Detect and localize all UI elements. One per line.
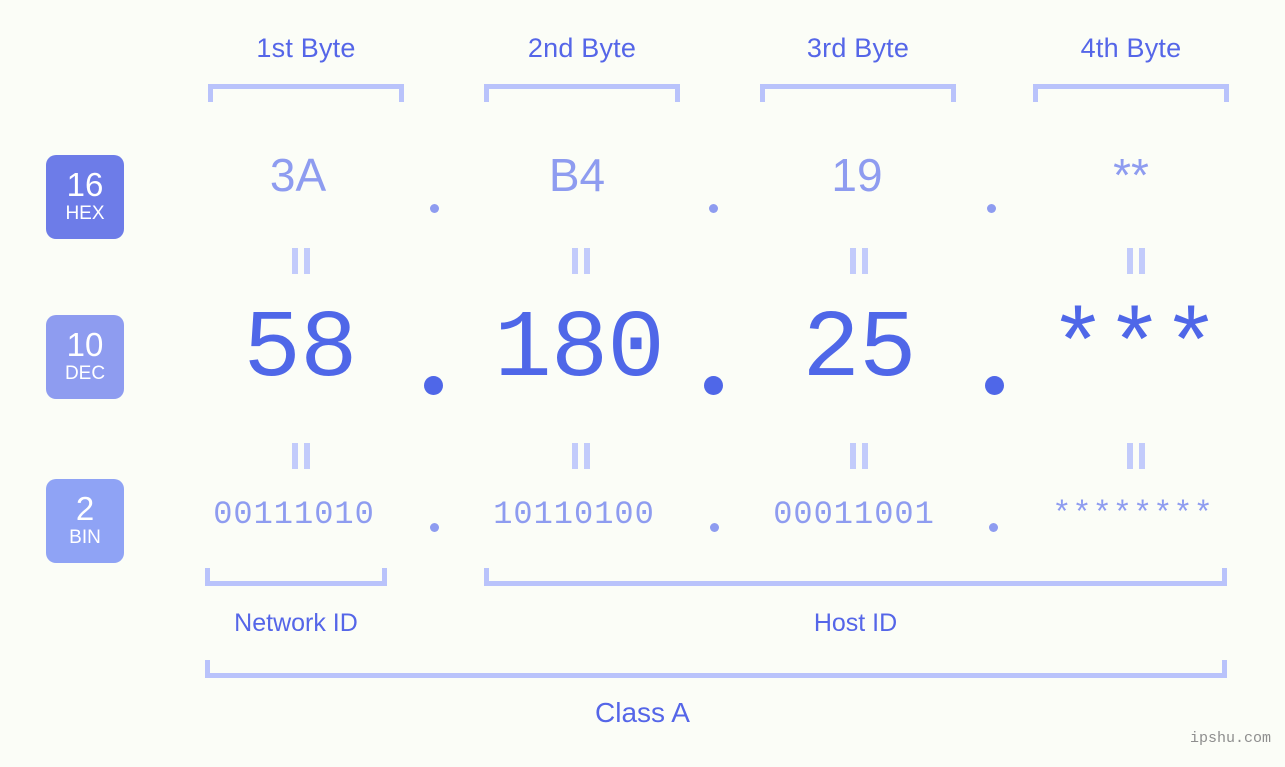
bin-octet-1: 00111010: [213, 496, 375, 533]
bin-value-row: 00111010 10110100 00011001 ********: [0, 496, 1285, 550]
equals-mark-hex-dec-2: [568, 248, 594, 274]
byte-header-2: 2nd Byte: [527, 33, 637, 63]
byte-bracket-2: [484, 84, 680, 102]
bin-octet-4: ********: [1052, 496, 1214, 533]
class-bracket: [205, 660, 1227, 678]
equals-mark-hex-dec-4: [1123, 248, 1149, 274]
hex-octet-3: 19: [831, 149, 883, 201]
byte-bracket-1: [208, 84, 404, 102]
byte-header-1: 1st Byte: [256, 33, 356, 63]
hex-octet-2: B4: [548, 149, 606, 201]
bin-octet-3: 00011001: [773, 496, 935, 533]
hex-octet-1: 3A: [269, 149, 327, 201]
bin-separator-dot-1: [430, 523, 439, 532]
bin-octet-2: 10110100: [493, 496, 655, 533]
dec-separator-dot-2: [704, 376, 723, 395]
hex-value-row: 3A B4 19 **: [0, 150, 1285, 230]
dec-separator-dot-3: [985, 376, 1004, 395]
dec-octet-2: 180: [494, 295, 665, 404]
hex-octet-4: **: [1113, 149, 1149, 201]
equals-mark-dec-bin-3: [846, 443, 872, 469]
bin-separator-dot-2: [710, 523, 719, 532]
byte-header-3: 3rd Byte: [806, 33, 910, 63]
byte-bracket-3: [760, 84, 956, 102]
network-id-bracket: [205, 568, 387, 586]
byte-header-4: 4th Byte: [1080, 33, 1182, 63]
byte-bracket-4: [1033, 84, 1229, 102]
dec-octet-1: 58: [243, 295, 357, 404]
host-id-label: Host ID: [813, 609, 898, 637]
dec-value-row: 58 180 25 ***: [0, 296, 1285, 412]
hex-separator-dot-3: [987, 204, 996, 213]
dec-octet-4: ***: [1049, 295, 1220, 404]
host-id-bracket: [484, 568, 1227, 586]
equals-mark-dec-bin-2: [568, 443, 594, 469]
network-id-label: Network ID: [234, 609, 358, 637]
hex-separator-dot-1: [430, 204, 439, 213]
watermark: ipshu.com: [1189, 730, 1271, 747]
ip-address-breakdown-diagram: 1st Byte 2nd Byte 3rd Byte 4th Byte 16 H…: [0, 0, 1285, 767]
dec-octet-3: 25: [802, 295, 916, 404]
equals-mark-hex-dec-1: [288, 248, 314, 274]
bin-separator-dot-3: [989, 523, 998, 532]
equals-mark-hex-dec-3: [846, 248, 872, 274]
hex-separator-dot-2: [709, 204, 718, 213]
class-label: Class A: [595, 697, 690, 728]
dec-separator-dot-1: [424, 376, 443, 395]
equals-mark-dec-bin-4: [1123, 443, 1149, 469]
equals-mark-dec-bin-1: [288, 443, 314, 469]
